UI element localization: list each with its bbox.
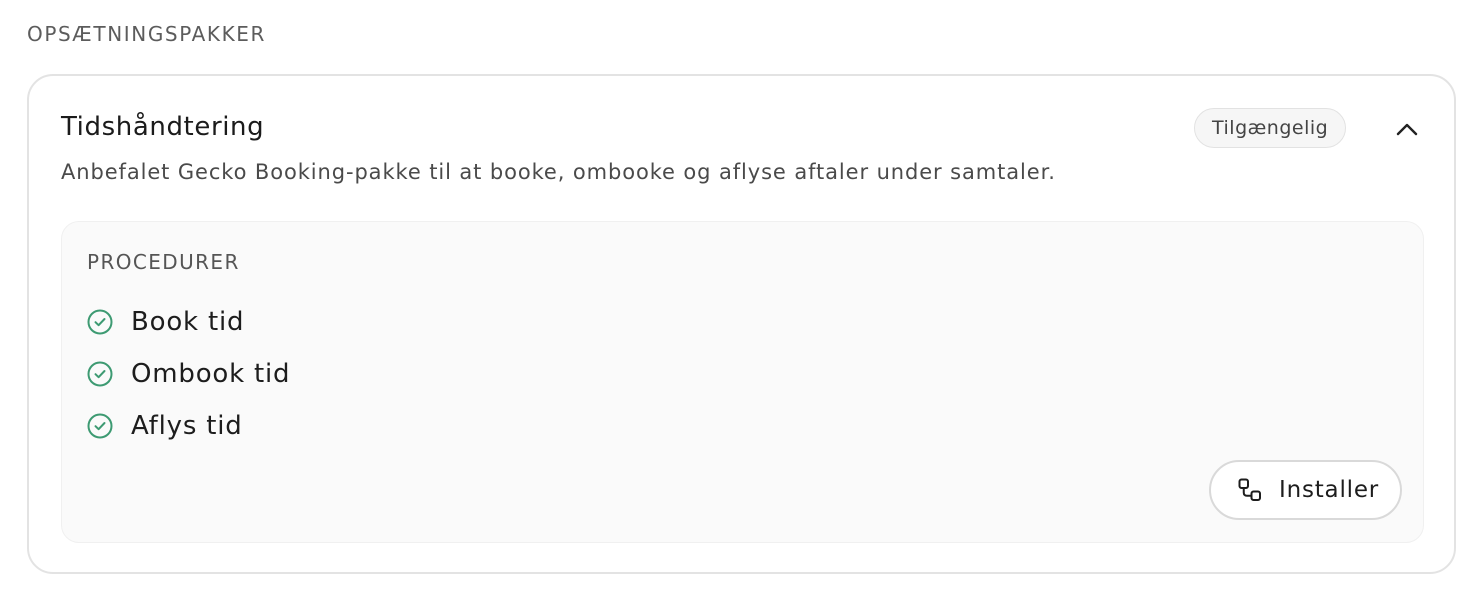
procedure-item: Book tid [86,296,290,348]
install-button-label: Installer [1279,477,1380,503]
check-circle-icon [86,360,114,388]
collapse-toggle-button[interactable] [1389,114,1425,144]
procedure-item: Aflys tid [86,400,290,452]
status-badge: Tilgængelig [1194,108,1347,148]
package-description: Anbefalet Gecko Booking-pakke til at boo… [61,160,1056,184]
procedure-label: Book tid [131,307,245,337]
install-button[interactable]: Installer [1209,460,1402,520]
check-circle-icon [86,308,114,336]
check-circle-icon [86,412,114,440]
install-icon [1237,477,1263,503]
chevron-up-icon [1396,122,1418,136]
package-card: Tidshåndtering Tilgængelig Anbefalet Gec… [27,74,1456,574]
procedure-list: Book tid Ombook tid Aflys tid [86,296,290,452]
procedures-panel: PROCEDURER Book tid Ombook tid Aflys tid… [61,221,1424,543]
procedure-label: Ombook tid [131,359,291,389]
section-heading: OPSÆTNINGSPAKKER [27,22,267,46]
package-title: Tidshåndtering [61,112,265,142]
procedure-item: Ombook tid [86,348,290,400]
procedure-label: Aflys tid [131,411,243,441]
procedures-heading: PROCEDURER [87,250,240,274]
